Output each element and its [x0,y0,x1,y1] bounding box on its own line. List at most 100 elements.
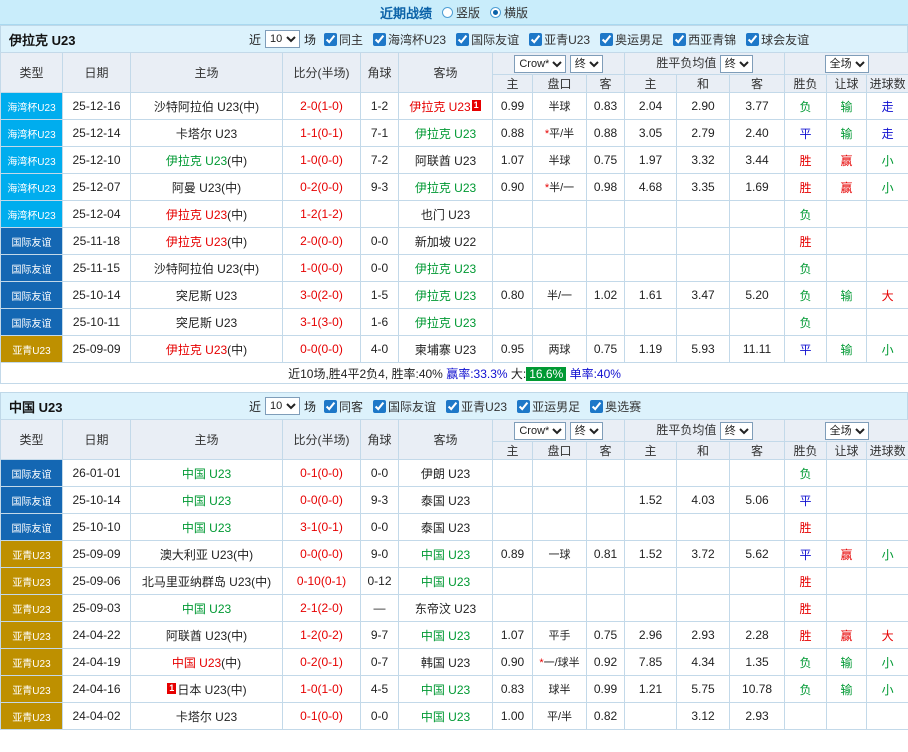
home-team[interactable]: 伊拉克 U23(中) [131,228,283,255]
filter-checkbox[interactable] [600,33,613,46]
away-team[interactable]: 伊拉克 U23 [399,282,493,309]
away-team[interactable]: 中国 U23 [399,703,493,730]
score[interactable]: 0-0(0-0) [283,541,361,568]
home-team[interactable]: 中国 U23 [131,487,283,514]
score[interactable]: 1-0(0-0) [283,147,361,174]
home-team[interactable]: 伊拉克 U23(中) [131,147,283,174]
filter-option[interactable]: 同客 [324,398,363,415]
filter-option[interactable]: 西亚青锦 [673,31,736,48]
scope-select[interactable]: 全场 [825,422,869,440]
home-team[interactable]: 中国 U23 [131,595,283,622]
filter-checkbox[interactable] [517,400,530,413]
filter-option[interactable]: 球会友谊 [746,31,809,48]
score[interactable]: 1-2(1-2) [283,201,361,228]
filter-option[interactable]: 海湾杯U23 [373,31,446,48]
away-team[interactable]: 中国 U23 [399,568,493,595]
away-team[interactable]: 泰国 U23 [399,487,493,514]
col-score: 比分(半场) [283,420,361,460]
handicap-time-select[interactable]: 终 [570,422,603,440]
avg-time-select[interactable]: 终 [720,55,753,73]
home-team[interactable]: 中国 U23(中) [131,649,283,676]
home-team[interactable]: 中国 U23 [131,460,283,487]
score[interactable]: 2-0(1-0) [283,93,361,120]
filter-option[interactable]: 国际友谊 [456,31,519,48]
home-team[interactable]: 沙特阿拉伯 U23(中) [131,93,283,120]
filter-checkbox[interactable] [324,400,337,413]
filter-checkbox[interactable] [746,33,759,46]
away-team[interactable]: 伊拉克 U23 [399,120,493,147]
score[interactable]: 1-2(0-2) [283,622,361,649]
home-team[interactable]: 伊拉克 U23(中) [131,336,283,363]
filter-checkbox[interactable] [446,400,459,413]
filter-option[interactable]: 亚运男足 [517,398,580,415]
away-team[interactable]: 泰国 U23 [399,514,493,541]
radio-icon-vertical[interactable] [442,7,453,18]
away-team[interactable]: 新加坡 U22 [399,228,493,255]
filter-option[interactable]: 国际友谊 [373,398,436,415]
home-team[interactable]: 阿联酋 U23(中) [131,622,283,649]
scope-select[interactable]: 全场 [825,55,869,73]
filter-option[interactable]: 亚青U23 [446,398,507,415]
away-team[interactable]: 伊拉克 U231 [399,93,493,120]
home-team[interactable]: 卡塔尔 U23 [131,120,283,147]
home-team[interactable]: 伊拉克 U23(中) [131,201,283,228]
away-team[interactable]: 柬埔寨 U23 [399,336,493,363]
bookmaker-select[interactable]: Crow* [514,422,566,440]
filter-checkbox[interactable] [373,400,386,413]
home-team[interactable]: 1日本 U23(中) [131,676,283,703]
home-team[interactable]: 阿曼 U23(中) [131,174,283,201]
home-team[interactable]: 北马里亚纳群岛 U23(中) [131,568,283,595]
filter-checkbox[interactable] [373,33,386,46]
score[interactable]: 2-1(2-0) [283,595,361,622]
handicap-result [827,460,867,487]
home-team[interactable]: 卡塔尔 U23 [131,703,283,730]
score[interactable]: 1-1(0-1) [283,120,361,147]
filter-checkbox[interactable] [324,33,337,46]
score[interactable]: 1-0(0-0) [283,255,361,282]
score[interactable]: 3-1(3-0) [283,309,361,336]
score[interactable]: 0-1(0-0) [283,460,361,487]
away-team[interactable]: 也门 U23 [399,201,493,228]
radio-icon-horizontal[interactable] [490,7,501,18]
filter-checkbox[interactable] [456,33,469,46]
filter-checkbox[interactable] [590,400,603,413]
away-team[interactable]: 阿联酋 U23 [399,147,493,174]
filter-checkbox[interactable] [529,33,542,46]
home-team[interactable]: 澳大利亚 U23(中) [131,541,283,568]
filter-option[interactable]: 亚青U23 [529,31,590,48]
score[interactable]: 1-0(1-0) [283,676,361,703]
score[interactable]: 3-0(2-0) [283,282,361,309]
score[interactable]: 0-10(0-1) [283,568,361,595]
away-team[interactable]: 伊朗 U23 [399,460,493,487]
score[interactable]: 0-0(0-0) [283,487,361,514]
away-team[interactable]: 中国 U23 [399,622,493,649]
home-team[interactable]: 沙特阿拉伯 U23(中) [131,255,283,282]
home-team[interactable]: 中国 U23 [131,514,283,541]
score[interactable]: 0-2(0-1) [283,649,361,676]
filter-option[interactable]: 奥运男足 [600,31,663,48]
score[interactable]: 0-2(0-0) [283,174,361,201]
recent-count-select[interactable]: 10 [265,397,300,415]
layout-option-vertical[interactable]: 竖版 [442,4,480,21]
layout-option-horizontal[interactable]: 横版 [490,4,528,21]
away-team[interactable]: 伊拉克 U23 [399,309,493,336]
score[interactable]: 0-1(0-0) [283,703,361,730]
away-team[interactable]: 韩国 U23 [399,649,493,676]
away-team[interactable]: 东帝汶 U23 [399,595,493,622]
handicap-time-select[interactable]: 终 [570,55,603,73]
filter-checkbox[interactable] [673,33,686,46]
avg-time-select[interactable]: 终 [720,422,753,440]
home-team[interactable]: 突尼斯 U23 [131,282,283,309]
away-team[interactable]: 伊拉克 U23 [399,255,493,282]
filter-option[interactable]: 奥选赛 [590,398,641,415]
filter-option[interactable]: 同主 [324,31,363,48]
score[interactable]: 2-0(0-0) [283,228,361,255]
home-team[interactable]: 突尼斯 U23 [131,309,283,336]
score[interactable]: 0-0(0-0) [283,336,361,363]
score[interactable]: 3-1(0-1) [283,514,361,541]
recent-count-select[interactable]: 10 [265,30,300,48]
away-team[interactable]: 中国 U23 [399,676,493,703]
away-team[interactable]: 伊拉克 U23 [399,174,493,201]
away-team[interactable]: 中国 U23 [399,541,493,568]
bookmaker-select[interactable]: Crow* [514,55,566,73]
